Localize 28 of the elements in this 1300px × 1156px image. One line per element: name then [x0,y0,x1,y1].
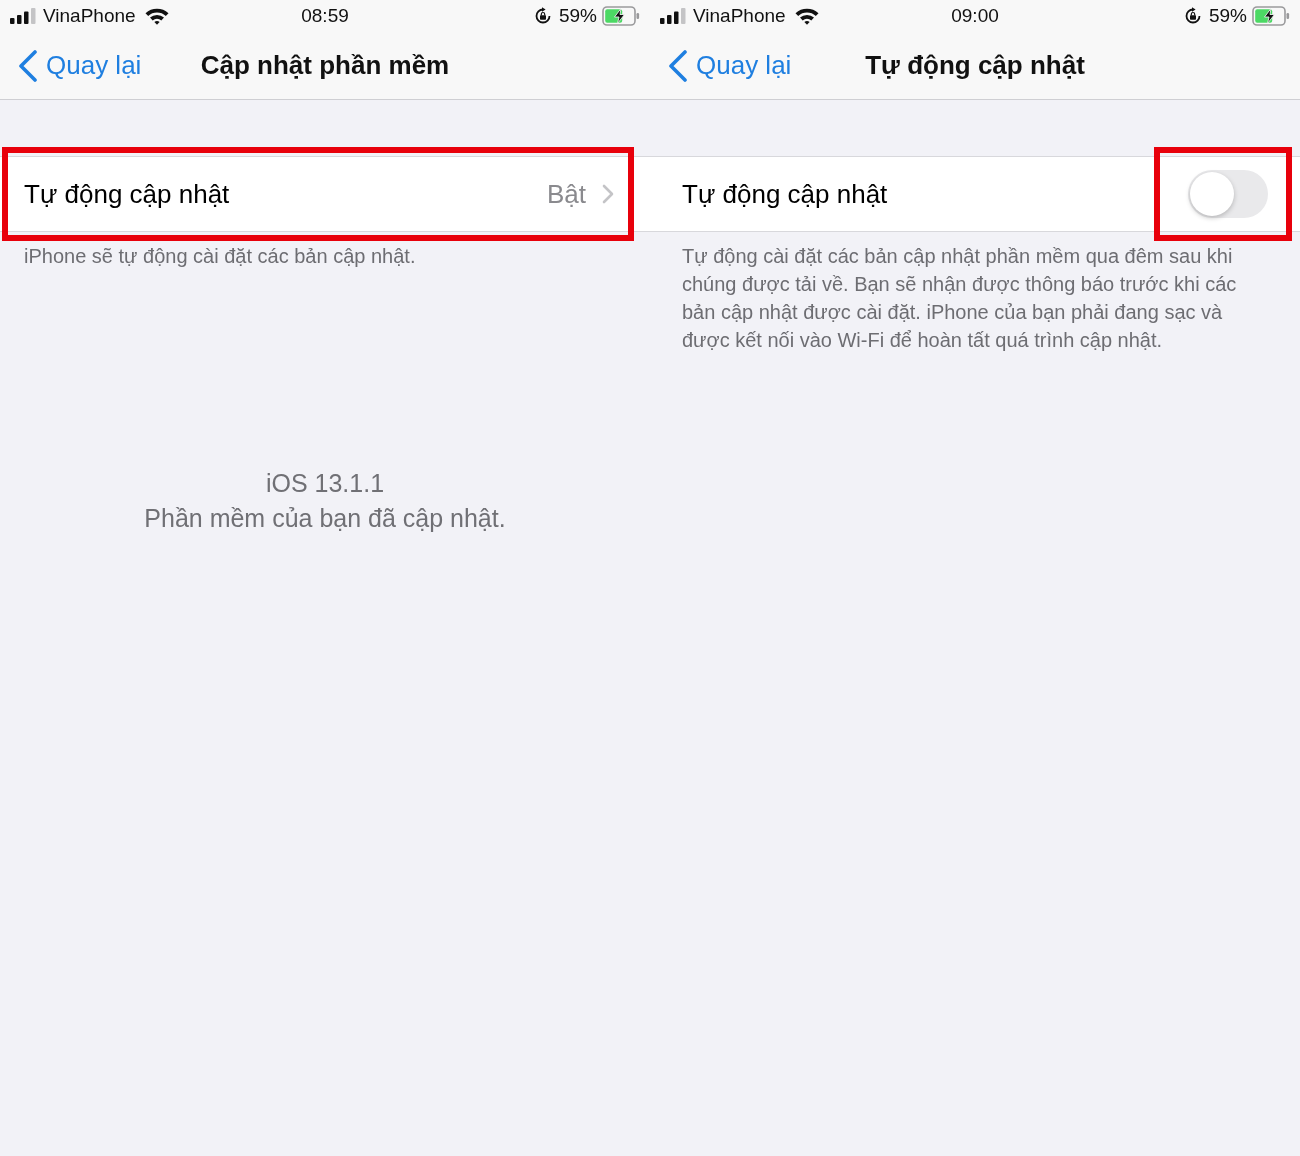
update-status-text: Phần mềm của bạn đã cập nhật. [143,503,507,534]
battery-percentage: 59% [558,5,597,27]
row-label: Tự động cập nhật [24,178,231,210]
wifi-icon [794,7,819,25]
settings-row[interactable]: Tự động cập nhật Bật [0,156,650,232]
rotation-lock-icon [1183,7,1202,25]
version-number: iOS 13.1.1 [264,468,386,499]
section-footer-text: iPhone sẽ tự động cài đặt các bản cập nhật. [23,244,417,269]
page-title: Cập nhật phần mềm [200,50,450,81]
wifi-icon [144,7,169,25]
signal-icon [660,8,686,24]
section-footer-text: Tự động cài đặt các bản cập nhật phần mềm qua đêm sau khi chúng được tải về. Bạn sẽ nhận được thông báo trước khi các bản cập nhật được cài đặt. iPhone của bạn phải đang sạc và được kết nối vào Wi-Fi để hoàn tất quá trình cập nhật. [681,244,1238,353]
toggle-switch[interactable] [1188,170,1268,218]
back-button[interactable]: Quay lại [18,49,142,82]
page-title: Tự động cập nhật [865,50,1085,81]
row-label: Tự động cập nhật [682,178,889,210]
back-button[interactable]: Quay lại [668,49,792,82]
clock-time: 08:59 [301,5,349,27]
row-value: Bật [546,178,586,210]
signal-icon [10,8,36,24]
clock-time: 09:00 [951,5,999,27]
battery-percentage: 59% [1208,5,1247,27]
chevron-left-icon [18,49,38,82]
carrier-name: VinaPhone [693,5,786,27]
chevron-left-icon [668,49,688,82]
chevron-right-icon [602,184,614,204]
rotation-lock-icon [533,7,552,25]
carrier-name: VinaPhone [43,5,136,27]
